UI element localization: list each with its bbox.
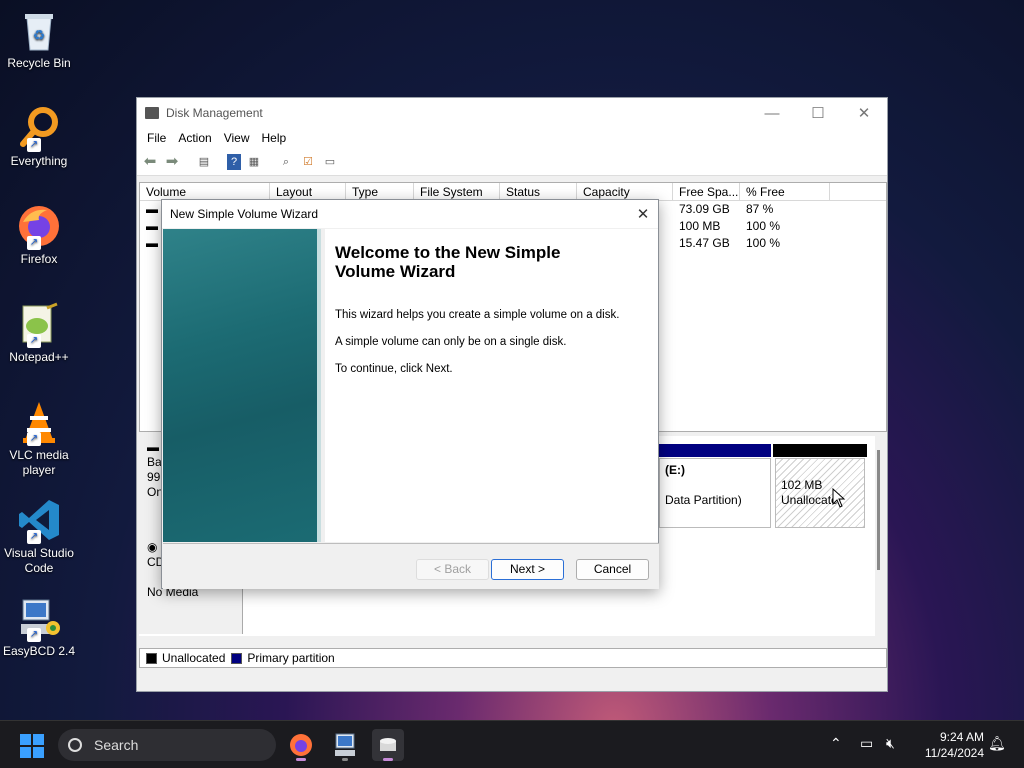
minimize-button[interactable]: — — [749, 105, 795, 122]
taskbar-search[interactable]: Search — [58, 729, 276, 761]
back-arrow-icon[interactable]: ⬅ — [141, 153, 159, 170]
col-layout[interactable]: Layout — [270, 183, 346, 200]
wizard-footer: < Back Next > Cancel — [163, 543, 659, 589]
search-icon — [68, 738, 82, 752]
disk-management-icon — [380, 738, 396, 751]
taskbar: Search ⌃ ▭ 🔇︎ 9:24 AM 11/24/2024 🔔︎ — [0, 720, 1024, 768]
partition-e[interactable]: (E:) Data Partition) — [659, 458, 771, 528]
desktop-icon-firefox[interactable]: ↗ Firefox — [2, 204, 76, 267]
notification-bell-icon[interactable]: 🔔︎ — [988, 735, 1006, 752]
new-simple-volume-wizard: New Simple Volume Wizard ✕ Welcome to th… — [161, 199, 659, 589]
legend-swatch — [231, 652, 243, 664]
menu-action[interactable]: Action — [172, 131, 217, 145]
everything-search-icon: ↗ — [17, 106, 61, 152]
vscode-icon: ↗ — [17, 498, 61, 544]
col-free-space[interactable]: Free Spa... — [673, 183, 740, 200]
window-title: Disk Management — [166, 106, 263, 120]
col-capacity[interactable]: Capacity — [577, 183, 673, 200]
mouse-cursor-icon — [832, 488, 846, 508]
properties-icon[interactable]: ▦ — [245, 154, 263, 170]
view-icon[interactable]: ▭ — [321, 154, 339, 170]
desktop-icon-recycle-bin[interactable]: ♻ Recycle Bin — [2, 8, 76, 71]
taskbar-firefox[interactable] — [285, 729, 317, 761]
network-icon[interactable]: ▭ — [860, 735, 873, 752]
desktop-icon-vlc[interactable]: ↗ VLC media player — [2, 400, 76, 478]
volume-muted-icon[interactable]: 🔇︎ — [886, 735, 895, 752]
easybcd-icon: ↗ — [17, 596, 61, 642]
svg-text:♻: ♻ — [33, 27, 46, 43]
legend-item-unallocated: Unallocated — [146, 651, 225, 665]
start-button[interactable] — [20, 734, 44, 758]
windows-logo-icon — [20, 734, 31, 745]
menu-bar: File Action View Help — [137, 128, 887, 148]
desktop-icon-notepad-plus-plus[interactable]: ↗ Notepad++ — [2, 302, 76, 365]
forward-arrow-icon[interactable]: ➡ — [163, 153, 181, 170]
wizard-titlebar[interactable]: New Simple Volume Wizard ✕ — [162, 200, 658, 228]
help-icon[interactable]: ? — [227, 153, 241, 170]
col-status[interactable]: Status — [500, 183, 577, 200]
desktop-icon-easybcd[interactable]: ↗ EasyBCD 2.4 — [2, 596, 76, 659]
wizard-title: New Simple Volume Wizard — [170, 207, 319, 221]
recycle-bin-icon: ♻ — [17, 8, 61, 52]
col-type[interactable]: Type — [346, 183, 414, 200]
col-volume[interactable]: Volume — [140, 183, 270, 200]
taskbar-disk-management[interactable] — [372, 729, 404, 761]
legend-swatch — [146, 652, 157, 664]
menu-file[interactable]: File — [141, 131, 172, 145]
menu-view[interactable]: View — [218, 131, 256, 145]
vlc-icon: ↗ — [17, 400, 61, 446]
wizard-heading: Welcome to the New Simple Volume Wizard — [335, 243, 561, 281]
wizard-text-2: A simple volume can only be on a single … — [335, 336, 567, 348]
firefox-icon: ↗ — [17, 204, 61, 250]
legend-item-primary: Primary partition — [231, 651, 335, 665]
close-button[interactable]: ✕ — [841, 104, 887, 122]
col-file-system[interactable]: File System — [414, 183, 500, 200]
primary-partition-bar — [659, 444, 771, 457]
maximize-button[interactable]: ☐ — [795, 104, 841, 122]
show-hidden-icons-chevron-icon[interactable]: ⌃ — [830, 735, 842, 752]
window-titlebar[interactable]: Disk Management — ☐ ✕ — [137, 98, 887, 128]
taskbar-clock[interactable]: 9:24 AM 11/24/2024 — [912, 729, 984, 761]
back-button[interactable]: < Back — [416, 559, 489, 580]
vertical-scrollbar[interactable] — [877, 450, 880, 570]
col-percent-free[interactable]: % Free — [740, 183, 830, 200]
unallocated-partition[interactable]: 102 MB Unallocate — [775, 458, 865, 528]
menu-help[interactable]: Help — [256, 131, 293, 145]
next-button[interactable]: Next > — [491, 559, 564, 580]
easybcd-icon — [335, 733, 355, 756]
wizard-content: Welcome to the New Simple Volume Wizard … — [325, 229, 658, 542]
legend: Unallocated Primary partition — [139, 648, 887, 668]
wizard-close-button[interactable]: ✕ — [628, 205, 658, 223]
show-hide-console-tree-icon[interactable]: ▤ — [195, 154, 213, 170]
connect-icon[interactable]: ⌕ — [277, 154, 295, 170]
wizard-text-1: This wizard helps you create a simple vo… — [335, 309, 620, 321]
toolbar: ⬅ ➡ ▤ ? ▦ ⌕ ☑ ▭ — [137, 148, 887, 176]
wizard-text-3: To continue, click Next. — [335, 363, 453, 375]
desktop-icon-vscode[interactable]: ↗ Visual Studio Code — [2, 498, 76, 576]
notepad-plus-plus-icon: ↗ — [17, 302, 61, 348]
wizard-side-banner — [163, 229, 321, 542]
disk-management-app-icon — [145, 107, 159, 119]
cancel-button[interactable]: Cancel — [576, 559, 649, 580]
desktop-icon-everything[interactable]: ↗ Everything — [2, 106, 76, 169]
taskbar-easybcd[interactable] — [329, 729, 361, 761]
checklist-icon[interactable]: ☑ — [299, 154, 317, 170]
firefox-icon — [290, 734, 312, 756]
unallocated-bar — [773, 444, 867, 457]
search-placeholder: Search — [94, 737, 139, 753]
